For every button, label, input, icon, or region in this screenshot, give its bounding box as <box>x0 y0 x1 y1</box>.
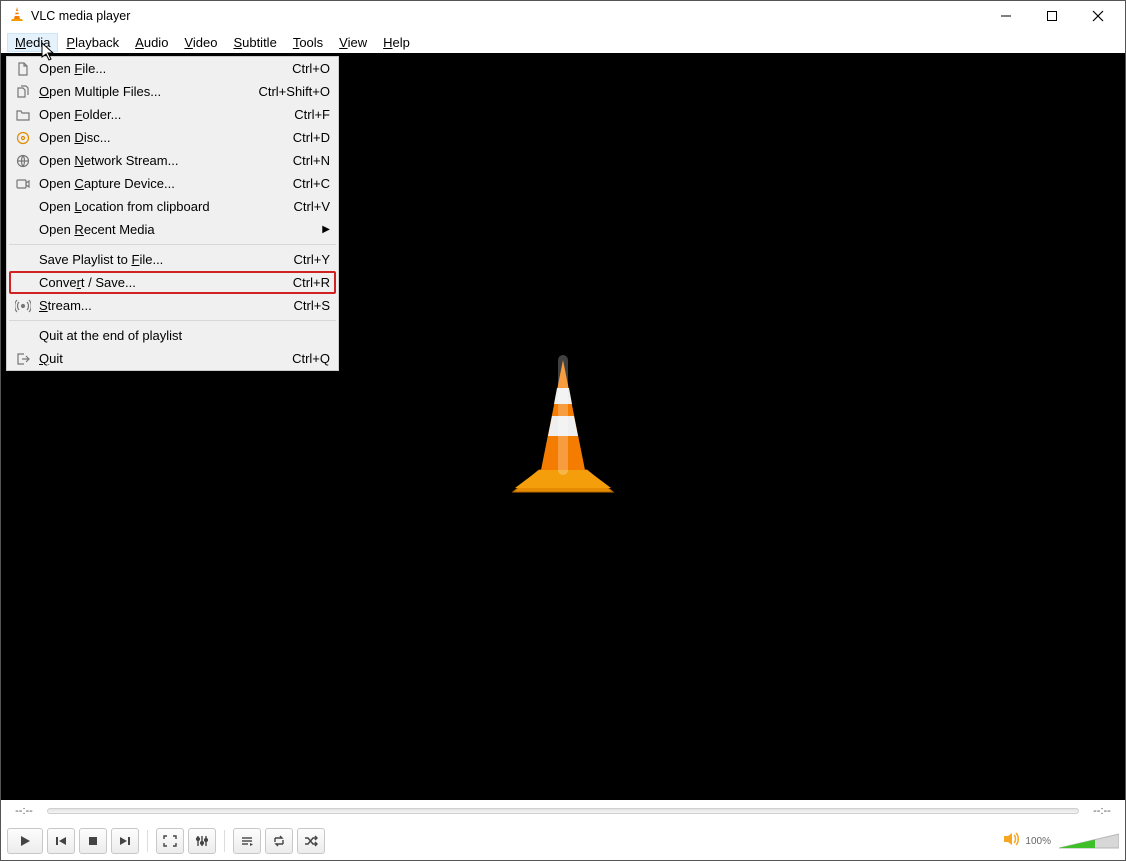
app-window: VLC media player MediaPlaybackAudioVideo… <box>0 0 1126 861</box>
menu-item-shortcut: Ctrl+R <box>283 275 330 290</box>
menu-view[interactable]: View <box>331 33 375 52</box>
menu-item-label: Open Folder... <box>35 107 284 122</box>
menu-item-label: Quit at the end of playlist <box>35 328 330 343</box>
fullscreen-button[interactable] <box>156 828 184 854</box>
volume-slider[interactable] <box>1059 832 1119 850</box>
loop-button[interactable] <box>265 828 293 854</box>
speaker-icon[interactable] <box>1003 831 1021 852</box>
window-controls <box>983 1 1121 31</box>
files-icon <box>11 84 35 100</box>
menu-media[interactable]: Media <box>7 33 58 52</box>
menu-item-quit[interactable]: QuitCtrl+Q <box>7 347 338 370</box>
menu-item-label: Quit <box>35 351 282 366</box>
titlebar: VLC media player <box>1 1 1125 31</box>
menu-item-shortcut: Ctrl+N <box>283 153 330 168</box>
submenu-arrow-icon: ▶ <box>312 224 330 235</box>
menu-audio[interactable]: Audio <box>127 33 176 52</box>
menu-item-open-location-from-clipboard[interactable]: Open Location from clipboardCtrl+V <box>7 195 338 218</box>
menu-item-convert-save[interactable]: Convert / Save...Ctrl+R <box>7 271 338 294</box>
menu-item-stream[interactable]: Stream...Ctrl+S <box>7 294 338 317</box>
stop-button[interactable] <box>79 828 107 854</box>
menu-item-label: Open File... <box>35 61 282 76</box>
menu-subtitle[interactable]: Subtitle <box>225 33 284 52</box>
menu-item-shortcut: Ctrl+V <box>284 199 330 214</box>
quit-icon <box>11 351 35 367</box>
menu-separator <box>9 244 336 245</box>
vlc-cone-logo <box>503 354 623 499</box>
menu-item-label: Open Multiple Files... <box>35 84 248 99</box>
minimize-button[interactable] <box>983 1 1029 31</box>
playlist-button[interactable] <box>233 828 261 854</box>
media-menu-dropdown: Open File...Ctrl+OOpen Multiple Files...… <box>6 56 339 371</box>
seek-bar-row: --:-- --:-- <box>1 800 1125 822</box>
next-button[interactable] <box>111 828 139 854</box>
menu-item-label: Open Recent Media <box>35 222 312 237</box>
menu-item-shortcut: Ctrl+F <box>284 107 330 122</box>
time-elapsed: --:-- <box>9 805 39 817</box>
menu-item-open-disc[interactable]: Open Disc...Ctrl+D <box>7 126 338 149</box>
menu-item-open-file[interactable]: Open File...Ctrl+O <box>7 57 338 80</box>
menu-item-label: Open Disc... <box>35 130 283 145</box>
menu-item-open-recent-media[interactable]: Open Recent Media▶ <box>7 218 338 241</box>
capture-icon <box>11 176 35 192</box>
maximize-button[interactable] <box>1029 1 1075 31</box>
close-button[interactable] <box>1075 1 1121 31</box>
stream-icon <box>11 298 35 314</box>
menu-item-open-network-stream[interactable]: Open Network Stream...Ctrl+N <box>7 149 338 172</box>
menu-playback[interactable]: Playback <box>58 33 127 52</box>
volume-percent: 100% <box>1025 836 1051 847</box>
menu-separator <box>9 320 336 321</box>
player-controls: 100% <box>1 822 1125 860</box>
menubar: MediaPlaybackAudioVideoSubtitleToolsView… <box>1 31 1125 53</box>
menu-item-quit-at-the-end-of-playlist[interactable]: Quit at the end of playlist <box>7 324 338 347</box>
extended-settings-button[interactable] <box>188 828 216 854</box>
random-button[interactable] <box>297 828 325 854</box>
menu-item-open-capture-device[interactable]: Open Capture Device...Ctrl+C <box>7 172 338 195</box>
menu-tools[interactable]: Tools <box>285 33 331 52</box>
separator <box>147 830 148 852</box>
play-button[interactable] <box>7 828 43 854</box>
previous-button[interactable] <box>47 828 75 854</box>
separator <box>224 830 225 852</box>
time-total: --:-- <box>1087 805 1117 817</box>
window-title: VLC media player <box>31 9 983 23</box>
menu-item-shortcut: Ctrl+O <box>282 61 330 76</box>
menu-item-shortcut: Ctrl+D <box>283 130 330 145</box>
disc-icon <box>11 130 35 146</box>
menu-item-shortcut: Ctrl+Shift+O <box>248 84 330 99</box>
menu-item-open-multiple-files[interactable]: Open Multiple Files...Ctrl+Shift+O <box>7 80 338 103</box>
menu-video[interactable]: Video <box>176 33 225 52</box>
menu-item-label: Open Network Stream... <box>35 153 283 168</box>
network-icon <box>11 153 35 169</box>
menu-item-label: Open Capture Device... <box>35 176 283 191</box>
seek-slider[interactable] <box>47 808 1079 814</box>
menu-item-label: Stream... <box>35 298 284 313</box>
menu-item-open-folder[interactable]: Open Folder...Ctrl+F <box>7 103 338 126</box>
menu-item-save-playlist-to-file[interactable]: Save Playlist to File...Ctrl+Y <box>7 248 338 271</box>
menu-item-shortcut: Ctrl+C <box>283 176 330 191</box>
menu-item-shortcut: Ctrl+Q <box>282 351 330 366</box>
menu-item-label: Save Playlist to File... <box>35 252 284 267</box>
menu-item-label: Convert / Save... <box>35 275 283 290</box>
folder-icon <box>11 107 35 123</box>
file-icon <box>11 61 35 77</box>
menu-item-shortcut: Ctrl+S <box>284 298 330 313</box>
menu-help[interactable]: Help <box>375 33 418 52</box>
menu-item-label: Open Location from clipboard <box>35 199 284 214</box>
vlc-cone-icon <box>9 6 25 27</box>
menu-item-shortcut: Ctrl+Y <box>284 252 330 267</box>
